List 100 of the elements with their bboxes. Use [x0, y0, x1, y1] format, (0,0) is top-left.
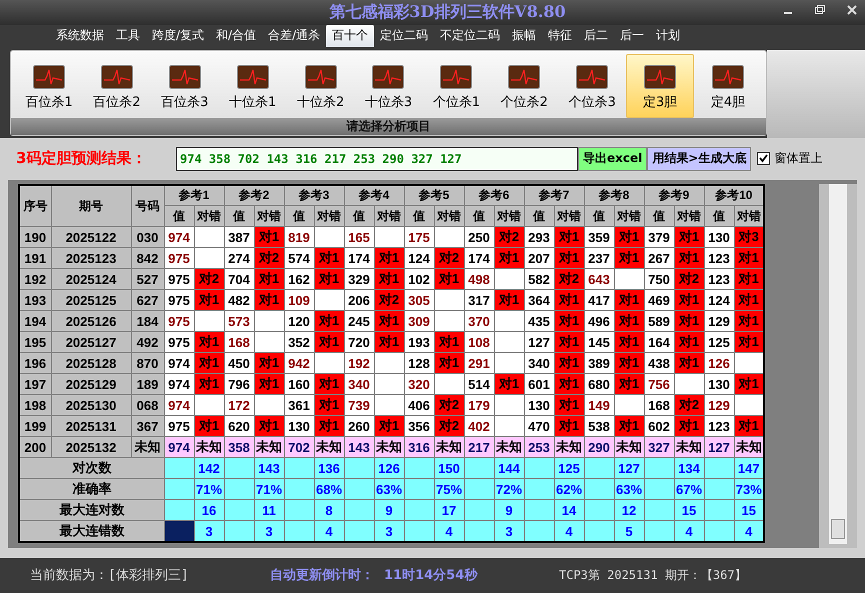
table-cell: 未知 [554, 436, 584, 458]
export-button[interactable]: 导出excel [578, 146, 648, 171]
ribbon-button[interactable]: 定4胆 [694, 54, 762, 118]
table-cell: 340 [524, 352, 554, 374]
table-cell: 对1 [554, 352, 584, 374]
ribbon-button[interactable]: 十位杀2 [286, 54, 355, 118]
heartbeat-monitor-icon [372, 64, 404, 89]
table-cell: 67% [674, 478, 704, 500]
table-cell: 492 [131, 332, 164, 353]
table-cell: 482 [224, 290, 254, 311]
selected-cell[interactable] [164, 520, 194, 542]
table-cell: 367 [131, 416, 164, 437]
menu-tab[interactable]: 特征 [542, 24, 578, 47]
table-cell: 165 [344, 226, 374, 248]
menu-tab[interactable]: 后一 [614, 24, 650, 47]
table-cell: 62% [554, 478, 584, 500]
ribbon-button[interactable]: 个位杀2 [490, 54, 558, 118]
table-cell: 对1 [254, 226, 284, 248]
menu-tab[interactable]: 工具 [110, 24, 146, 47]
table-cell: 320 [404, 374, 434, 395]
checkbox[interactable] [757, 152, 770, 166]
result-field[interactable]: 974 358 702 143 316 217 253 290 327 127 [176, 146, 578, 171]
ribbon-button[interactable]: 个位杀1 [422, 54, 490, 118]
table-cell: 未知 [131, 436, 164, 458]
table-cell: 对1 [314, 394, 344, 416]
table-cell: 316 [404, 436, 434, 458]
scrollbar[interactable] [829, 184, 847, 544]
table-cell: 274 [224, 248, 254, 269]
menu-tab[interactable]: 和/合值 [210, 24, 262, 47]
table-cell: 589 [644, 310, 674, 332]
table-cell: 200 [19, 436, 51, 458]
menu-tab[interactable]: 计划 [650, 24, 686, 47]
table-cell: 184 [131, 310, 164, 332]
table-cell: 对2 [194, 268, 224, 290]
menu-tab[interactable]: 不定位二码 [434, 24, 506, 47]
table-cell: 对1 [494, 290, 524, 311]
table-cell: 750 [644, 268, 674, 290]
table-cell: 305 [404, 290, 434, 311]
countdown-text: 11时14分54秒 [384, 567, 479, 584]
table-cell: 123 [704, 416, 734, 437]
table-cell: 对1 [374, 310, 404, 332]
ribbon-button[interactable]: 百位杀3 [150, 54, 219, 118]
table-cell: 3 [194, 520, 224, 542]
menu-tab[interactable]: 合差/通杀 [262, 24, 326, 47]
table-cell: 对1 [194, 416, 224, 437]
table-cell: 293 [524, 226, 554, 248]
table-cell: 对1 [554, 332, 584, 353]
table-cell: 2025123 [51, 248, 131, 269]
column-header: 对错 [554, 206, 584, 227]
column-header: 值 [464, 206, 494, 227]
heartbeat-monitor-icon [304, 64, 337, 89]
table-cell: 130 [704, 374, 734, 395]
table-cell: 974 [164, 374, 194, 395]
table-cell: 179 [464, 394, 494, 416]
table-cell: 819 [284, 226, 314, 248]
menu-tab[interactable]: 百十个 [326, 24, 374, 47]
column-header: 值 [404, 206, 434, 227]
table-cell: 124 [404, 248, 434, 269]
table-cell: 582 [524, 268, 554, 290]
table-cell: 195 [19, 332, 51, 353]
table-cell: 291 [464, 352, 494, 374]
table-cell: 136 [314, 458, 344, 479]
generate-button[interactable]: 用结果>生成大底 [647, 146, 752, 171]
table-cell: 573 [224, 310, 254, 332]
table-cell: 对1 [674, 226, 704, 248]
ribbon-button[interactable]: 十位杀1 [218, 54, 287, 118]
ribbon-button[interactable]: 百位杀1 [15, 54, 83, 118]
menu-tab[interactable]: 系统数据 [50, 24, 110, 47]
table-cell: 2025125 [51, 290, 131, 311]
ribbon-button[interactable]: 十位杀3 [354, 54, 422, 118]
table-cell: 对3 [734, 226, 764, 248]
table-cell: 796 [224, 374, 254, 395]
menu-tab[interactable]: 跨度/复式 [146, 24, 210, 47]
latest-draw-text: TCP3第 2025131 期开：【367】 [559, 566, 747, 584]
table-cell: 134 [674, 458, 704, 479]
column-header: 参考2 [224, 184, 284, 206]
menu-tab[interactable]: 振幅 [506, 24, 542, 47]
table-cell: 2025124 [51, 268, 131, 290]
menu-tab[interactable]: 后二 [578, 24, 614, 47]
checkbox-label: 窗体置上 [774, 150, 822, 168]
column-header: 对错 [734, 206, 764, 227]
restore-icon[interactable] [815, 5, 825, 15]
table-cell: 15 [674, 500, 704, 521]
close-icon[interactable] [847, 5, 857, 15]
table-cell: 14 [554, 500, 584, 521]
table-cell: 未知 [314, 436, 344, 458]
column-header: 参考9 [644, 184, 704, 206]
menu-tab[interactable]: 定位二码 [374, 24, 434, 47]
ribbon-button[interactable]: 个位杀3 [558, 54, 626, 118]
ribbon-button[interactable]: 定3胆 [626, 54, 694, 118]
column-header: 参考5 [404, 184, 464, 206]
column-header: 对错 [674, 206, 704, 227]
table-cell: 574 [284, 248, 314, 269]
table-cell: 739 [344, 394, 374, 416]
table-cell: 127 [614, 458, 644, 479]
column-header: 参考8 [584, 184, 644, 206]
table-cell: 对1 [314, 332, 344, 353]
table-cell: 对1 [734, 268, 764, 290]
table-cell: 975 [164, 248, 194, 269]
ribbon-button[interactable]: 百位杀2 [82, 54, 151, 118]
